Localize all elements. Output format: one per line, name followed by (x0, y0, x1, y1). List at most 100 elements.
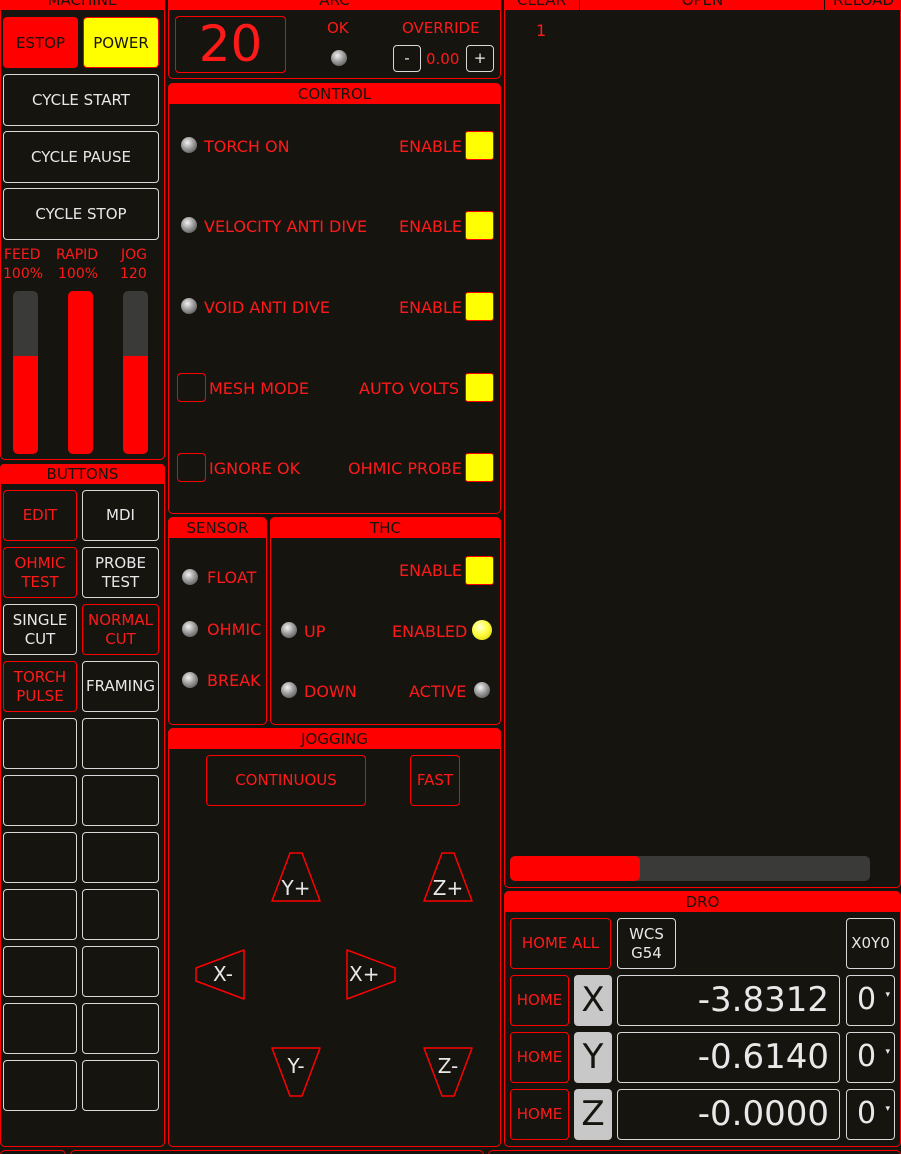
torch-enable-checkbox[interactable] (465, 131, 494, 160)
thc-active-led (474, 682, 490, 698)
jog-slider-fill (123, 356, 148, 454)
rapid-value: 100% (58, 266, 99, 282)
user-button-empty[interactable] (82, 718, 159, 769)
void-enable-label: ENABLE (399, 298, 463, 317)
jog-x-minus-button[interactable]: X- (193, 948, 246, 1001)
rapid-slider[interactable] (68, 291, 93, 454)
normal-cut-button[interactable]: NORMAL CUT (82, 604, 159, 655)
user-button-empty[interactable] (82, 775, 159, 826)
ohmic-probe-checkbox[interactable] (465, 453, 494, 482)
y-unit-dropdown[interactable]: 0 ▾ (846, 1032, 895, 1083)
velocity-enable-label: ENABLE (399, 217, 463, 236)
torch-pulse-line2: PULSE (16, 686, 64, 705)
jog-z-plus-button[interactable]: Z+ (422, 850, 474, 903)
machine-header: MACHINE (0, 0, 165, 10)
thc-active-label: ACTIVE (409, 682, 467, 701)
gcode-editor[interactable] (556, 18, 896, 838)
estop-button[interactable]: ESTOP (3, 17, 78, 68)
probe-test-line1: PROBE (94, 553, 147, 572)
rapid-slider-fill (68, 291, 93, 454)
auto-volts-checkbox[interactable] (465, 373, 494, 402)
status-bar-segment (0, 1150, 66, 1154)
z-axis-label: Z (574, 1089, 612, 1140)
ohmic-test-line2: TEST (21, 572, 59, 591)
jog-y-plus-button[interactable]: Y+ (270, 850, 322, 903)
cycle-stop-button[interactable]: CYCLE STOP (3, 188, 159, 240)
sensor-header: SENSOR (168, 518, 267, 538)
torch-enable-label: ENABLE (399, 137, 463, 156)
user-button-empty[interactable] (3, 1003, 77, 1054)
x0y0-button[interactable]: X0Y0 (846, 918, 895, 969)
thc-enable-checkbox[interactable] (465, 556, 494, 585)
velocity-enable-checkbox[interactable] (465, 211, 494, 240)
ohmic-test-button[interactable]: OHMIC TEST (3, 547, 77, 598)
reload-button[interactable]: RELOAD (826, 0, 901, 10)
user-button-empty[interactable] (3, 832, 77, 883)
open-button[interactable]: OPEN (581, 0, 825, 10)
velocity-anti-dive-led (181, 217, 197, 233)
mdi-button[interactable]: MDI (82, 490, 159, 541)
thc-down-label: DOWN (304, 682, 357, 701)
edit-button[interactable]: EDIT (3, 490, 77, 541)
buttons-header: BUTTONS (0, 464, 165, 484)
feed-value: 100% (3, 266, 44, 282)
override-minus-button[interactable]: - (393, 45, 421, 72)
feed-slider[interactable] (13, 291, 38, 454)
thc-enabled-label: ENABLED (392, 622, 468, 641)
jog-slider[interactable] (123, 291, 148, 454)
thc-up-led (281, 622, 297, 638)
home-y-button[interactable]: HOME (510, 1032, 569, 1083)
home-all-button[interactable]: HOME ALL (510, 918, 611, 969)
jog-z-minus-button[interactable]: Z- (422, 1046, 474, 1099)
user-button-empty[interactable] (3, 718, 77, 769)
jog-x-plus-button[interactable]: X+ (345, 948, 398, 1001)
torch-pulse-line1: TORCH (13, 667, 67, 686)
cycle-start-button[interactable]: CYCLE START (3, 74, 159, 126)
probe-test-button[interactable]: PROBE TEST (82, 547, 159, 598)
override-label: OVERRIDE (402, 19, 480, 37)
home-x-button[interactable]: HOME (510, 975, 569, 1026)
framing-button[interactable]: FRAMING (82, 661, 159, 712)
gcode-line-number: 1 (536, 21, 547, 40)
thc-down-led (281, 682, 297, 698)
user-button-empty[interactable] (3, 889, 77, 940)
chevron-down-icon: ▾ (885, 990, 890, 1000)
gcode-progress-fill (510, 856, 640, 881)
torch-on-label: TORCH ON (204, 137, 290, 156)
thc-enabled-led (472, 620, 492, 640)
cycle-pause-button[interactable]: CYCLE PAUSE (3, 131, 159, 183)
torch-pulse-button[interactable]: TORCH PULSE (3, 661, 77, 712)
override-plus-button[interactable]: + (466, 45, 494, 72)
user-button-empty[interactable] (82, 832, 159, 883)
ohmic-led (182, 621, 198, 637)
void-enable-checkbox[interactable] (465, 292, 494, 321)
user-button-empty[interactable] (82, 889, 159, 940)
user-button-empty[interactable] (82, 1060, 159, 1111)
clear-button[interactable]: CLEAR (504, 0, 580, 10)
x-unit-dropdown[interactable]: 0 ▾ (846, 975, 895, 1026)
y-position-readout: -0.6140 (617, 1032, 840, 1083)
user-button-empty[interactable] (82, 946, 159, 997)
ignore-ok-checkbox[interactable] (177, 453, 206, 482)
home-z-button[interactable]: HOME (510, 1089, 569, 1140)
fast-button[interactable]: FAST (410, 755, 460, 806)
ohmic-test-line1: OHMIC (14, 553, 66, 572)
z-unit-dropdown[interactable]: 0 ▾ (846, 1089, 895, 1140)
user-button-empty[interactable] (3, 946, 77, 997)
user-button-empty[interactable] (3, 775, 77, 826)
void-anti-dive-led (181, 298, 197, 314)
arc-header: ARC (168, 0, 501, 10)
continuous-button[interactable]: CONTINUOUS (206, 755, 366, 806)
feed-slider-fill (13, 356, 38, 454)
power-button[interactable]: POWER (83, 17, 159, 68)
mesh-mode-checkbox[interactable] (177, 373, 206, 402)
single-cut-button[interactable]: SINGLE CUT (3, 604, 77, 655)
user-button-empty[interactable] (3, 1060, 77, 1111)
y-unit-value: 0 (857, 1039, 877, 1074)
status-bar-segment (488, 1150, 901, 1154)
jog-y-minus-button[interactable]: Y- (270, 1046, 322, 1099)
user-button-empty[interactable] (82, 1003, 159, 1054)
normal-cut-line1: NORMAL (87, 610, 153, 629)
ohmic-probe-label: OHMIC PROBE (348, 459, 462, 478)
wcs-button[interactable]: WCS G54 (617, 918, 676, 969)
